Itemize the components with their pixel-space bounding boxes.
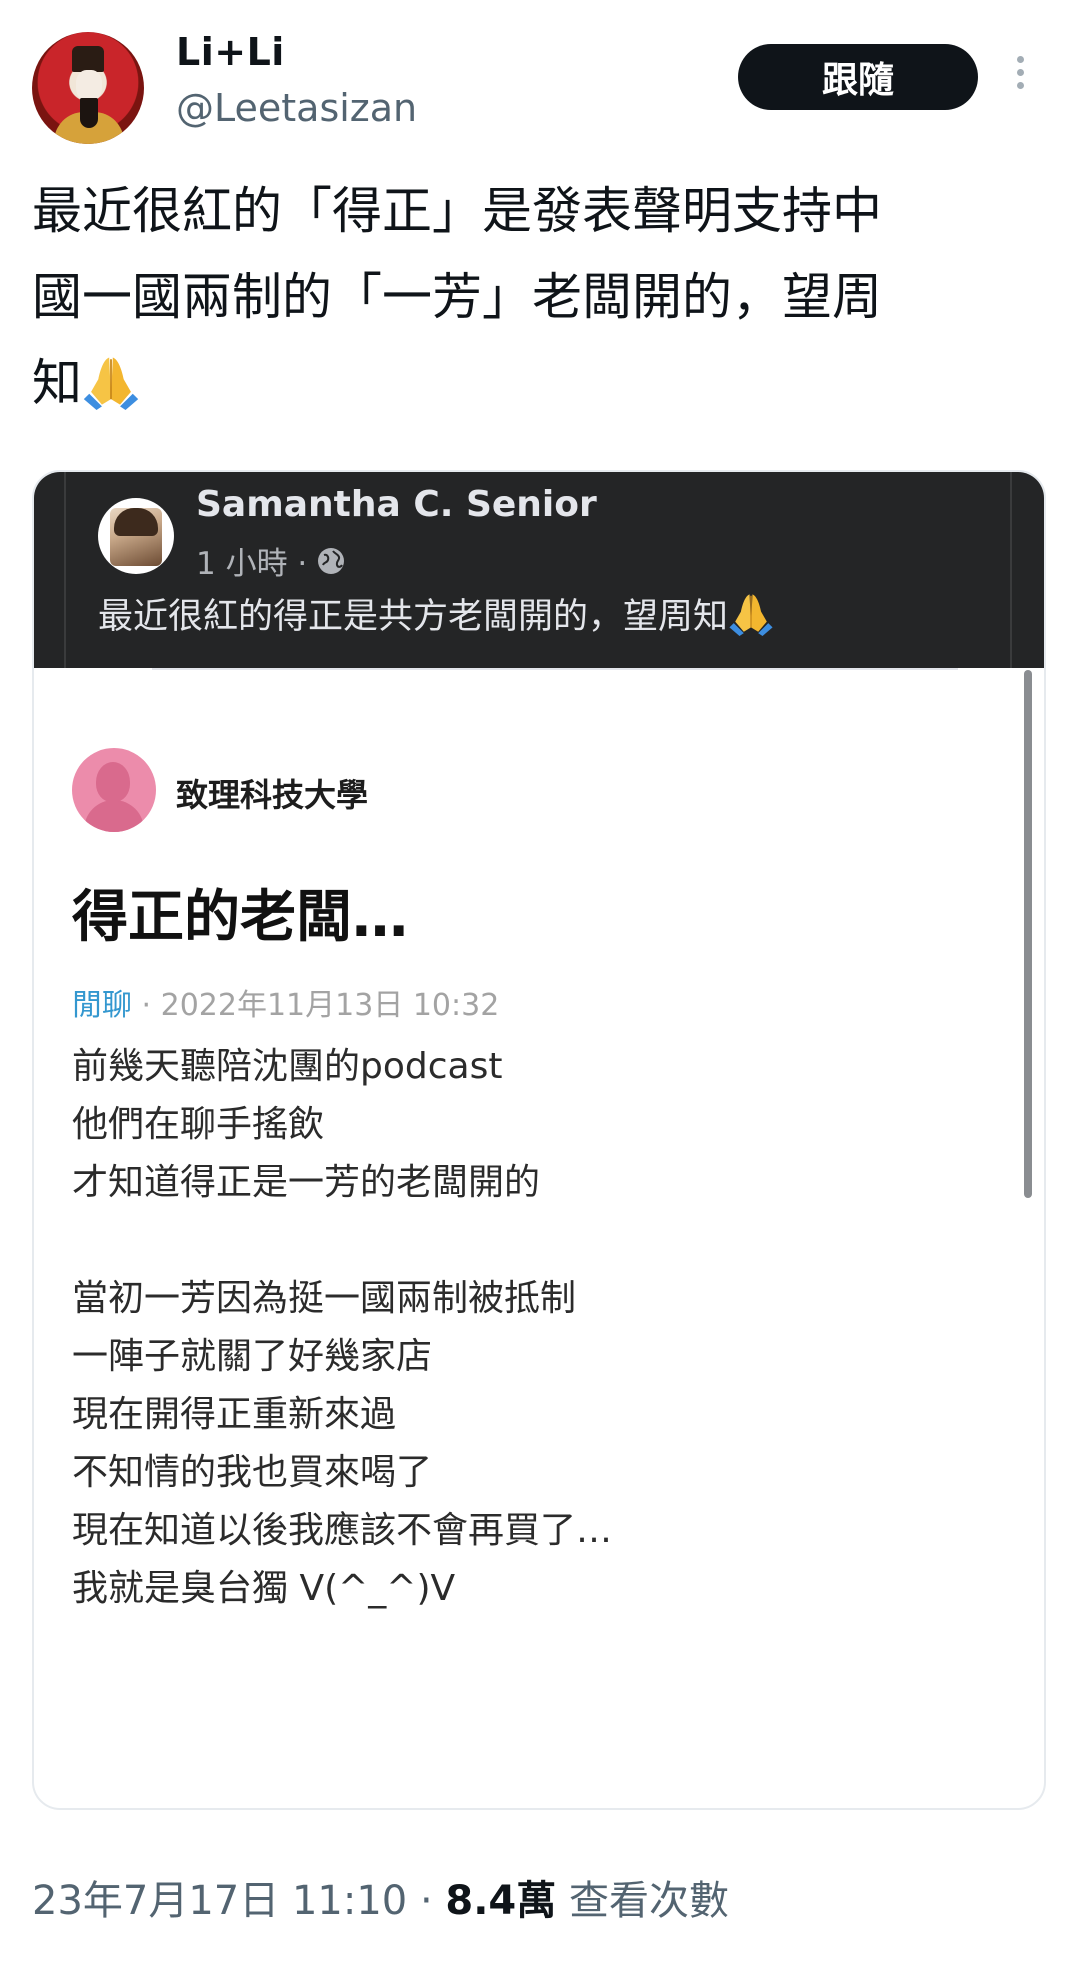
post-line: 現在開得正重新來過 xyxy=(72,1394,397,1435)
tweet-text-content: 最近很紅的「得正」是發表聲明支持中 國一國兩制的「一芳」老闆開的，望周 知 xyxy=(32,182,882,412)
views-label[interactable]: 查看次數 xyxy=(556,1878,729,1924)
post-datetime: 2022年11月13日 10:32 xyxy=(160,988,500,1023)
post-title: 得正的老闆… xyxy=(72,885,408,950)
fb-post-time: 1 小時 · xyxy=(196,546,308,582)
tweet-timestamp[interactable]: 23年7月17日 11:10 xyxy=(32,1878,407,1924)
post-line: 不知情的我也買來喝了 xyxy=(72,1452,433,1493)
post-line: 才知道得正是一芳的老闆開的 xyxy=(72,1162,541,1203)
author-display-name[interactable]: Li+Li xyxy=(176,30,285,74)
follow-button[interactable]: 跟隨 xyxy=(738,44,978,110)
pray-icon xyxy=(729,594,773,636)
tweet-text: 最近很紅的「得正」是發表聲明支持中 國一國兩制的「一芳」老闆開的，望周 知 xyxy=(32,168,1032,426)
facebook-post-header: Samantha C. Senior 1 小時 · 最近很紅的得正是共方老闆開的… xyxy=(34,472,1044,668)
post-body: 前幾天聽陪沈團的podcast 他們在聊手搖飲 才知道得正是一芳的老闆開的 當初… xyxy=(72,1038,612,1618)
pray-icon xyxy=(83,357,139,410)
post-line: 一陣子就關了好幾家店 xyxy=(72,1336,433,1377)
divider xyxy=(152,668,958,670)
fb-post-text-content: 最近很紅的得正是共方老闆開的，望周知 xyxy=(98,597,729,637)
meta-separator: · xyxy=(132,988,161,1023)
school-name: 致理科技大學 xyxy=(176,776,369,814)
post-line: 他們在聊手搖飲 xyxy=(72,1104,325,1145)
tweet-footer: 23年7月17日 11:10 · 8.4萬 查看次數 xyxy=(32,1868,729,1926)
post-meta: 閒聊 · 2022年11月13日 10:32 xyxy=(72,980,499,1024)
embedded-image-card[interactable]: Samantha C. Senior 1 小時 · 最近很紅的得正是共方老闆開的… xyxy=(32,470,1046,1810)
post-line: 前幾天聽陪沈團的podcast xyxy=(72,1046,503,1087)
fb-post-meta: 1 小時 · xyxy=(196,538,347,583)
fb-author-name: Samantha C. Senior xyxy=(196,484,597,525)
post-line: 現在知道以後我應該不會再買了… xyxy=(72,1510,613,1551)
post-line: 當初一芳因為挺一國兩制被抵制 xyxy=(72,1278,577,1319)
board-link: 閒聊 xyxy=(72,988,132,1023)
author-handle[interactable]: @Leetasizan xyxy=(176,86,417,130)
footer-separator: · xyxy=(407,1878,446,1924)
school-avatar xyxy=(72,748,156,832)
fb-author-avatar xyxy=(98,498,174,574)
author-avatar[interactable] xyxy=(32,32,144,144)
view-count[interactable]: 8.4萬 xyxy=(445,1878,556,1924)
scrollbar[interactable] xyxy=(1024,670,1032,1198)
post-line xyxy=(72,1212,612,1270)
more-vertical-icon[interactable] xyxy=(1010,56,1030,100)
globe-icon xyxy=(318,547,345,574)
fb-post-text: 最近很紅的得正是共方老闆開的，望周知 xyxy=(98,588,774,639)
post-line: 我就是臭台獨 V(^_^)V xyxy=(72,1568,456,1609)
